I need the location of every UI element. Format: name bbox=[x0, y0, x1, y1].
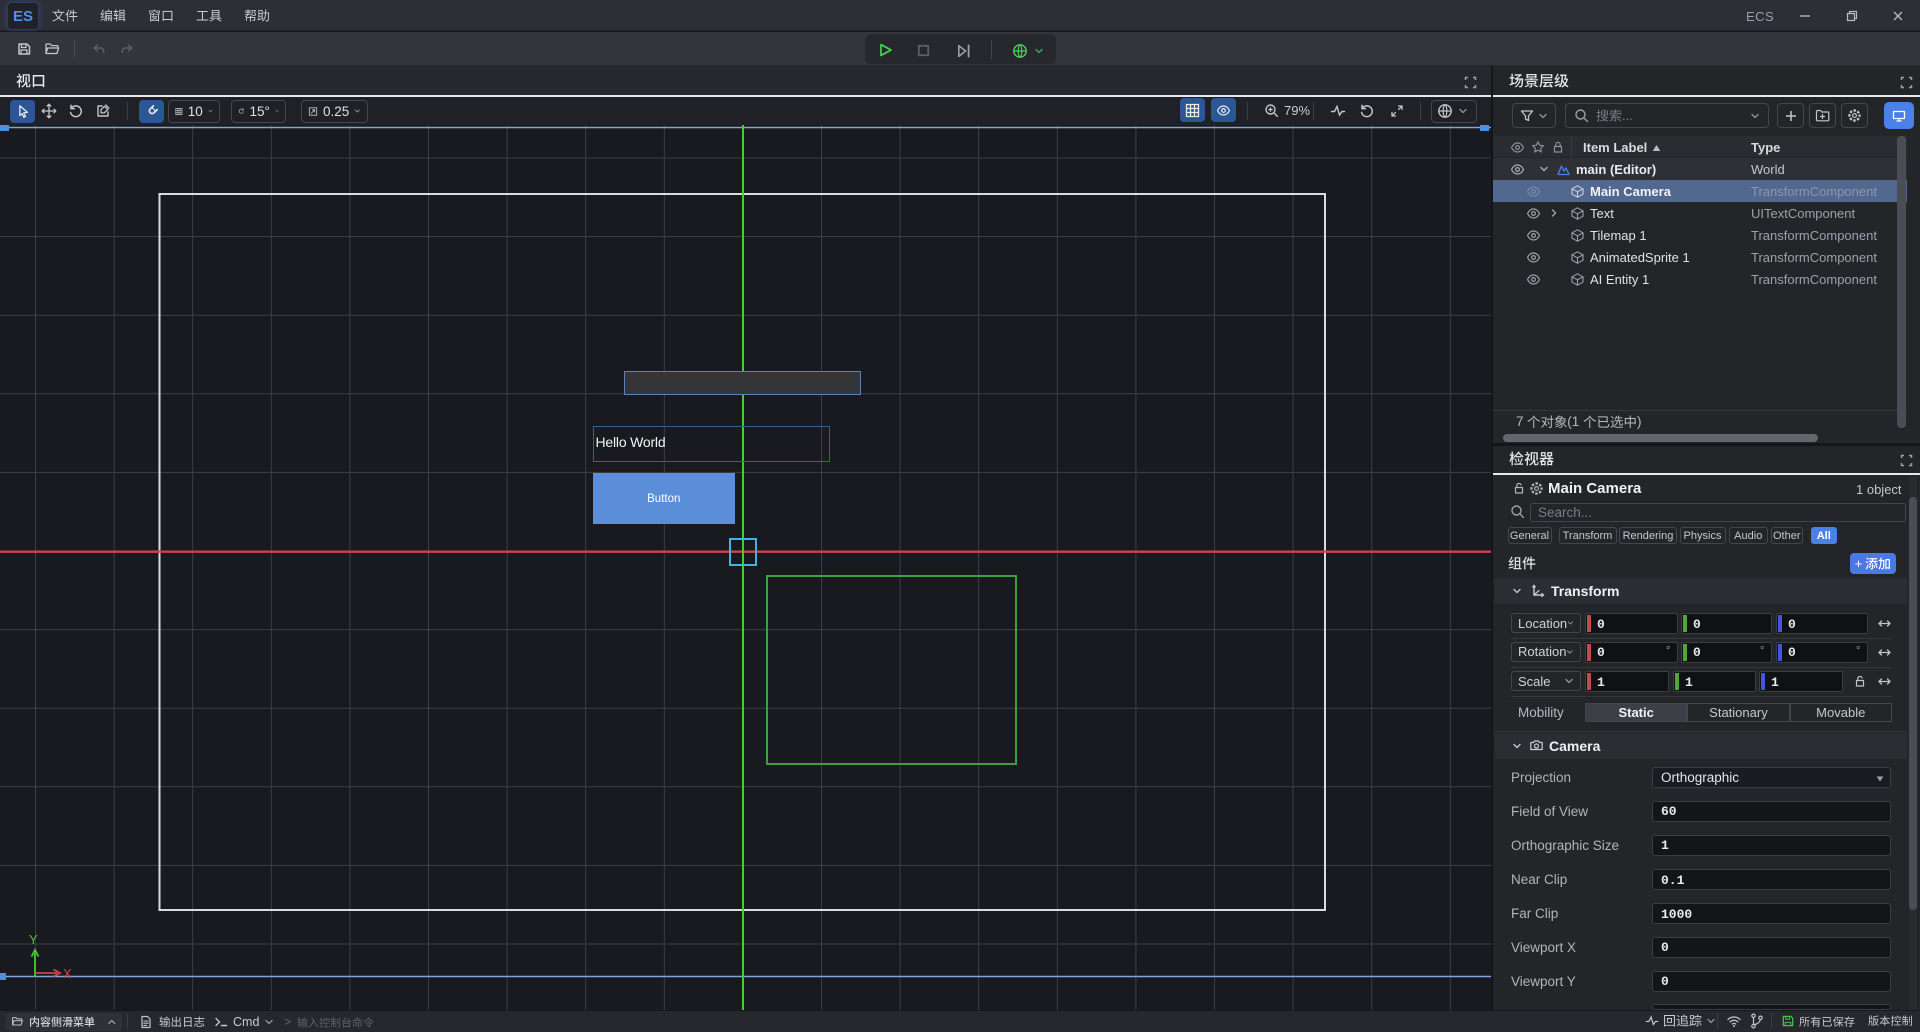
svg-text:Y: Y bbox=[29, 932, 38, 947]
svg-text:X: X bbox=[63, 966, 72, 981]
